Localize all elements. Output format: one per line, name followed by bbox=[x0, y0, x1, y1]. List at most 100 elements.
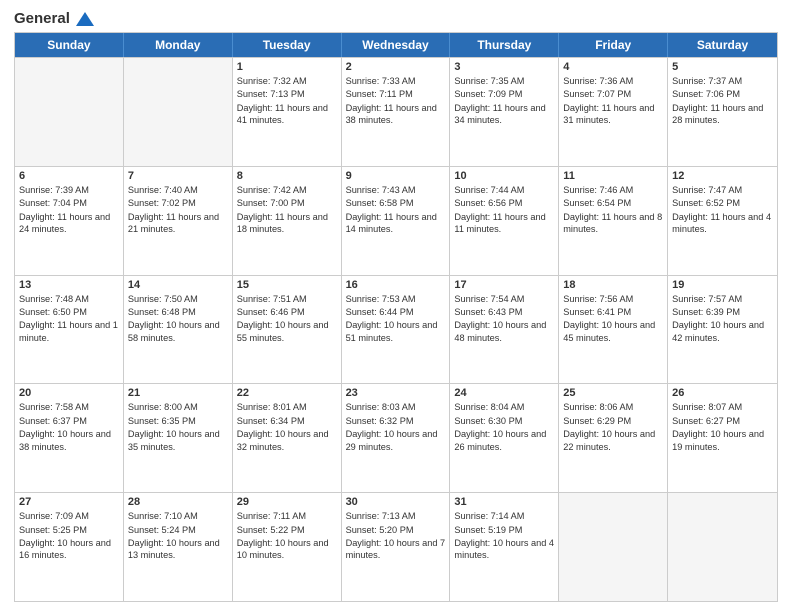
daylight-text: Daylight: 10 hours and 10 minutes. bbox=[237, 537, 337, 562]
cal-header-cell: Friday bbox=[559, 33, 668, 57]
day-number: 6 bbox=[19, 170, 119, 182]
daylight-text: Daylight: 11 hours and 14 minutes. bbox=[346, 211, 446, 236]
day-number: 10 bbox=[454, 170, 554, 182]
daylight-text: Daylight: 10 hours and 55 minutes. bbox=[237, 319, 337, 344]
day-number: 1 bbox=[237, 61, 337, 73]
daylight-text: Daylight: 10 hours and 35 minutes. bbox=[128, 428, 228, 453]
day-number: 4 bbox=[563, 61, 663, 73]
calendar-cell: 17Sunrise: 7:54 AMSunset: 6:43 PMDayligh… bbox=[450, 276, 559, 384]
day-number: 28 bbox=[128, 496, 228, 508]
sunrise-text: Sunrise: 7:48 AM bbox=[19, 293, 119, 305]
day-number: 24 bbox=[454, 387, 554, 399]
cal-header-cell: Sunday bbox=[15, 33, 124, 57]
calendar-cell bbox=[15, 58, 124, 166]
sunrise-text: Sunrise: 7:13 AM bbox=[346, 510, 446, 522]
daylight-text: Daylight: 10 hours and 19 minutes. bbox=[672, 428, 773, 453]
day-number: 21 bbox=[128, 387, 228, 399]
cal-header-cell: Thursday bbox=[450, 33, 559, 57]
day-number: 16 bbox=[346, 279, 446, 291]
sunset-text: Sunset: 6:50 PM bbox=[19, 306, 119, 318]
sunrise-text: Sunrise: 7:44 AM bbox=[454, 184, 554, 196]
day-number: 31 bbox=[454, 496, 554, 508]
sunrise-text: Sunrise: 7:47 AM bbox=[672, 184, 773, 196]
calendar-cell: 3Sunrise: 7:35 AMSunset: 7:09 PMDaylight… bbox=[450, 58, 559, 166]
cal-header-cell: Monday bbox=[124, 33, 233, 57]
sunrise-text: Sunrise: 7:43 AM bbox=[346, 184, 446, 196]
calendar-cell: 22 Sunrise: 8:01 AM Sunset: 6:34 PMDayligh… bbox=[233, 384, 342, 492]
sunset-text: Sunset: 7:06 PM bbox=[672, 88, 773, 100]
logo: General bbox=[14, 10, 96, 26]
daylight-text: Daylight: 10 hours and 29 minutes. bbox=[346, 428, 446, 453]
daylight-text: Daylight: 11 hours and 24 minutes. bbox=[19, 211, 119, 236]
sunset-text: Sunset: 5:22 PM bbox=[237, 524, 337, 536]
daylight-text: Daylight: 11 hours and 21 minutes. bbox=[128, 211, 228, 236]
sunrise-text: Sunrise: 7:11 AM bbox=[237, 510, 337, 522]
sunset-text: Sunset: 6:27 PM bbox=[672, 415, 773, 427]
daylight-text: Daylight: 10 hours and 58 minutes. bbox=[128, 319, 228, 344]
sunrise-text: Sunrise: 7:58 AM bbox=[19, 401, 119, 413]
sunrise-text: Sunrise: 8:07 AM bbox=[672, 401, 773, 413]
calendar-cell: 9Sunrise: 7:43 AMSunset: 6:58 PMDaylight… bbox=[342, 167, 451, 275]
sunset-text: Sunset: 5:20 PM bbox=[346, 524, 446, 536]
sunset-text: Sunset: 7:11 PM bbox=[346, 88, 446, 100]
daylight-text: Daylight: 10 hours and 7 minutes. bbox=[346, 537, 446, 562]
daylight-text: Daylight: 10 hours and 22 minutes. bbox=[563, 428, 663, 453]
sunset-text: Sunset: 5:19 PM bbox=[454, 524, 554, 536]
calendar-cell: 29Sunrise: 7:11 AMSunset: 5:22 PMDayligh… bbox=[233, 493, 342, 601]
daylight-text: Daylight: 10 hours and 48 minutes. bbox=[454, 319, 554, 344]
day-number: 7 bbox=[128, 170, 228, 182]
sunset-text: Sunset: 6:34 PM bbox=[237, 415, 337, 427]
day-number: 25 bbox=[563, 387, 663, 399]
sunrise-text: Sunrise: 7:57 AM bbox=[672, 293, 773, 305]
sunrise-text: Sunrise: 7:32 AM bbox=[237, 75, 337, 87]
day-number: 12 bbox=[672, 170, 773, 182]
sunset-text: Sunset: 7:02 PM bbox=[128, 197, 228, 209]
day-number: 15 bbox=[237, 279, 337, 291]
sunrise-text: Sunrise: 7:50 AM bbox=[128, 293, 228, 305]
sunrise-text: Sunrise: 7:42 AM bbox=[237, 184, 337, 196]
daylight-text: Daylight: 10 hours and 13 minutes. bbox=[128, 537, 228, 562]
day-number: 23 bbox=[346, 387, 446, 399]
sunrise-text: Sunrise: 7:56 AM bbox=[563, 293, 663, 305]
calendar-cell: 28Sunrise: 7:10 AMSunset: 5:24 PMDayligh… bbox=[124, 493, 233, 601]
sunrise-text: Sunrise: 8:01 AM bbox=[237, 401, 337, 413]
day-number: 20 bbox=[19, 387, 119, 399]
sunset-text: Sunset: 5:24 PM bbox=[128, 524, 228, 536]
header: General bbox=[14, 10, 778, 26]
daylight-text: Daylight: 11 hours and 1 minute. bbox=[19, 319, 119, 344]
calendar-cell: 31Sunrise: 7:14 AMSunset: 5:19 PMDayligh… bbox=[450, 493, 559, 601]
page: General SundayMondayTuesdayWednesdayThur… bbox=[0, 0, 792, 612]
sunrise-text: Sunrise: 7:36 AM bbox=[563, 75, 663, 87]
calendar-cell: 7Sunrise: 7:40 AMSunset: 7:02 PMDaylight… bbox=[124, 167, 233, 275]
sunset-text: Sunset: 6:35 PM bbox=[128, 415, 228, 427]
sunset-text: Sunset: 7:09 PM bbox=[454, 88, 554, 100]
calendar-cell: 6Sunrise: 7:39 AMSunset: 7:04 PMDaylight… bbox=[15, 167, 124, 275]
sunset-text: Sunset: 6:54 PM bbox=[563, 197, 663, 209]
daylight-text: Daylight: 11 hours and 28 minutes. bbox=[672, 102, 773, 127]
logo-text: General bbox=[14, 10, 96, 26]
daylight-text: Daylight: 11 hours and 11 minutes. bbox=[454, 211, 554, 236]
calendar-cell: 12Sunrise: 7:47 AMSunset: 6:52 PMDayligh… bbox=[668, 167, 777, 275]
calendar-row: 1Sunrise: 7:32 AMSunset: 7:13 PMDaylight… bbox=[15, 57, 777, 166]
sunrise-text: Sunrise: 7:51 AM bbox=[237, 293, 337, 305]
daylight-text: Daylight: 10 hours and 45 minutes. bbox=[563, 319, 663, 344]
day-number: 22 bbox=[237, 387, 337, 399]
daylight-text: Daylight: 10 hours and 16 minutes. bbox=[19, 537, 119, 562]
calendar-cell: 5 Sunrise: 7:37 AMSunset: 7:06 PM Daylight… bbox=[668, 58, 777, 166]
calendar-header: SundayMondayTuesdayWednesdayThursdayFrid… bbox=[15, 33, 777, 57]
day-number: 30 bbox=[346, 496, 446, 508]
calendar-cell: 27Sunrise: 7:09 AMSunset: 5:25 PMDayligh… bbox=[15, 493, 124, 601]
day-number: 5 bbox=[672, 61, 773, 73]
sunrise-text: Sunrise: 7:37 AM bbox=[672, 75, 773, 87]
sunrise-text: Sunrise: 8:03 AM bbox=[346, 401, 446, 413]
calendar: SundayMondayTuesdayWednesdayThursdayFrid… bbox=[14, 32, 778, 602]
sunset-text: Sunset: 6:29 PM bbox=[563, 415, 663, 427]
calendar-cell bbox=[124, 58, 233, 166]
sunset-text: Sunset: 6:43 PM bbox=[454, 306, 554, 318]
daylight-text: Daylight: 11 hours and 4 minutes. bbox=[672, 211, 773, 236]
calendar-cell: 10Sunrise: 7:44 AMSunset: 6:56 PMDayligh… bbox=[450, 167, 559, 275]
sunset-text: Sunset: 7:00 PM bbox=[237, 197, 337, 209]
daylight-text: Daylight: 11 hours and 38 minutes. bbox=[346, 102, 446, 127]
day-number: 2 bbox=[346, 61, 446, 73]
daylight-text: Daylight: 10 hours and 32 minutes. bbox=[237, 428, 337, 453]
